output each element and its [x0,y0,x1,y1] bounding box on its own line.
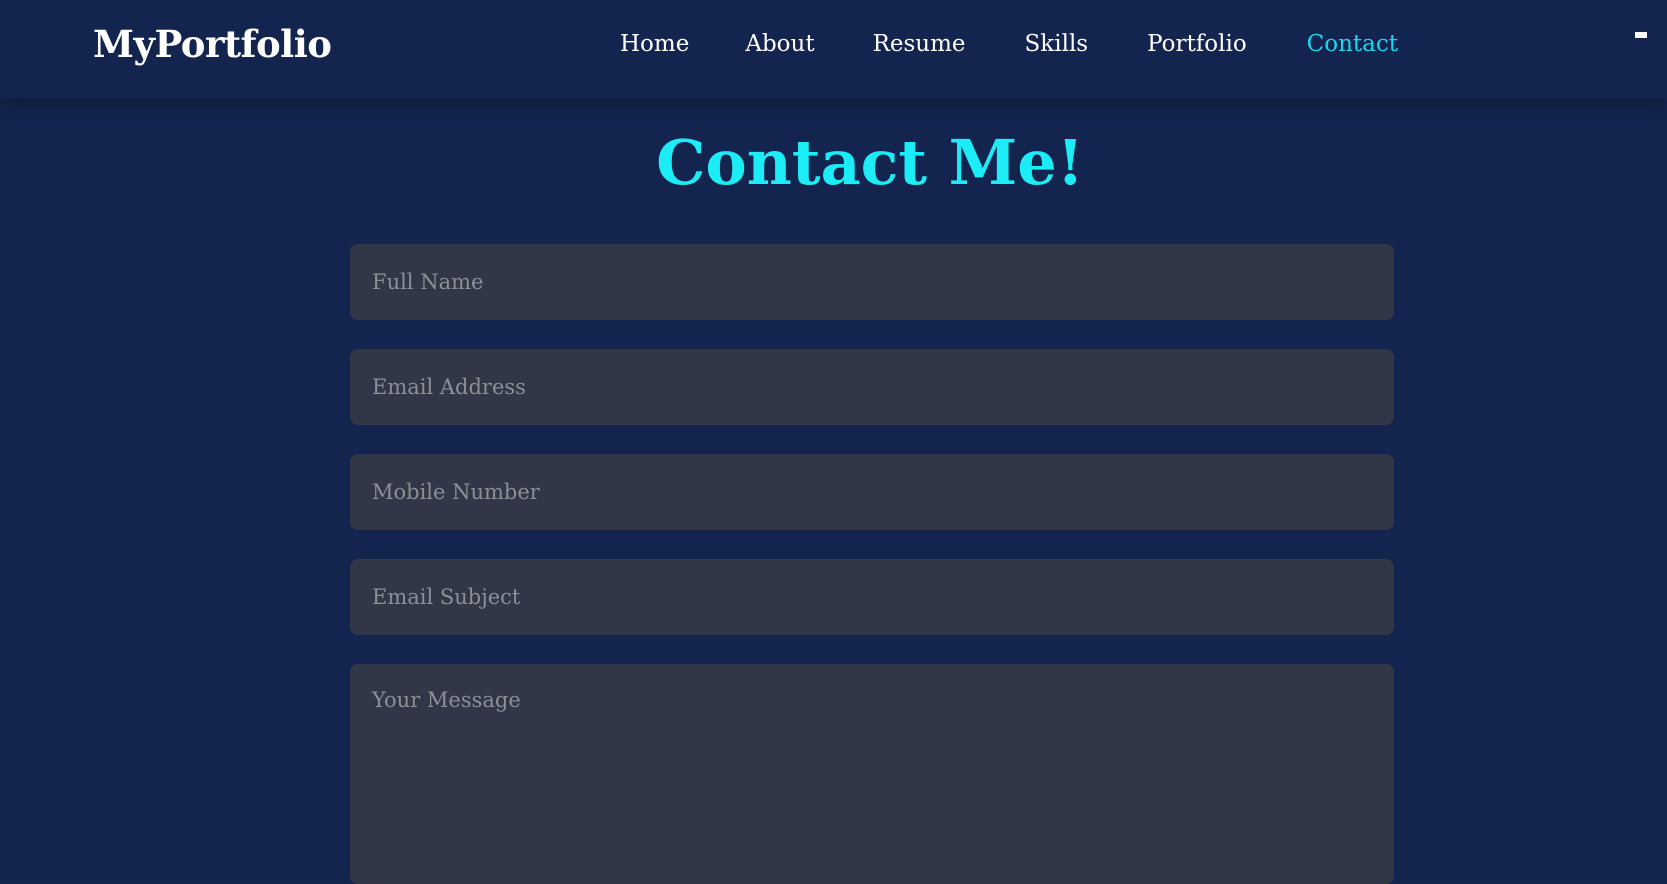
nav-item-about[interactable]: About [745,24,814,64]
email-address-input[interactable] [350,349,1394,425]
main-navigation: Home About Resume Skills Portfolio Conta… [620,24,1398,64]
hamburger-menu-icon[interactable] [1635,28,1649,42]
top-navbar: MyPortfolio Home About Resume Skills Por… [0,0,1667,98]
nav-item-skills[interactable]: Skills [1025,24,1089,64]
mobile-number-input[interactable] [350,454,1394,530]
nav-item-portfolio[interactable]: Portfolio [1147,24,1247,64]
message-textarea[interactable] [350,664,1394,884]
site-logo[interactable]: MyPortfolio [93,20,332,68]
nav-item-resume[interactable]: Resume [873,24,966,64]
page-title: Contact Me! [656,125,1084,199]
contact-form [350,244,1394,884]
nav-item-contact[interactable]: Contact [1307,24,1398,64]
email-subject-input[interactable] [350,559,1394,635]
menu-icon-bar [1635,36,1647,38]
nav-item-home[interactable]: Home [620,24,689,64]
full-name-input[interactable] [350,244,1394,320]
